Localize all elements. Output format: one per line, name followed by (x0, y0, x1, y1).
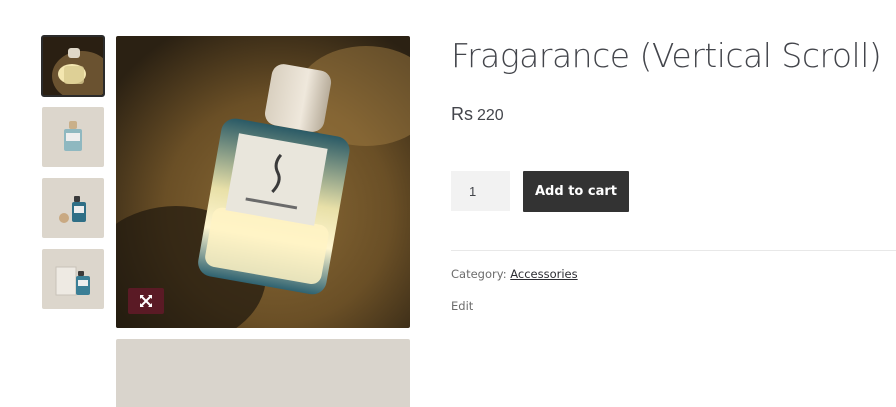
perfume-on-sand-image (116, 36, 410, 328)
expand-icon (140, 295, 152, 307)
product-meta: Category: Accessories (451, 267, 896, 281)
thumbnail-1[interactable] (41, 35, 105, 97)
currency-symbol: Rs (451, 103, 473, 124)
perfume-box-thumbnail-image (42, 249, 104, 309)
category-link[interactable]: Accessories (510, 267, 577, 281)
category-label: Category: (451, 266, 507, 281)
product-price: Rs 220 (451, 104, 896, 125)
main-product-image[interactable] (116, 36, 410, 328)
divider (451, 249, 896, 251)
product-title: Fragarance (Vertical Scroll) (451, 36, 882, 75)
thumbnail-3[interactable] (42, 178, 104, 238)
product-thumbnails (41, 35, 105, 320)
add-to-cart-form: Add to cart (451, 170, 896, 212)
price-amount: 220 (477, 106, 504, 124)
secondary-product-image[interactable] (116, 339, 410, 407)
perfume-sand-thumbnail-image (42, 36, 104, 96)
perfume-cap-thumbnail-image (42, 178, 104, 238)
quantity-input[interactable] (451, 171, 510, 212)
zoom-button[interactable] (128, 288, 164, 314)
product-summary: Fragarance (Vertical Scroll) Rs 220 Add … (451, 36, 896, 315)
perfume-bottle-thumbnail-image (42, 107, 104, 167)
edit-link[interactable]: Edit (451, 299, 473, 313)
add-to-cart-button[interactable]: Add to cart (523, 170, 629, 212)
thumbnail-4[interactable] (42, 249, 104, 309)
thumbnail-2[interactable] (42, 107, 104, 167)
